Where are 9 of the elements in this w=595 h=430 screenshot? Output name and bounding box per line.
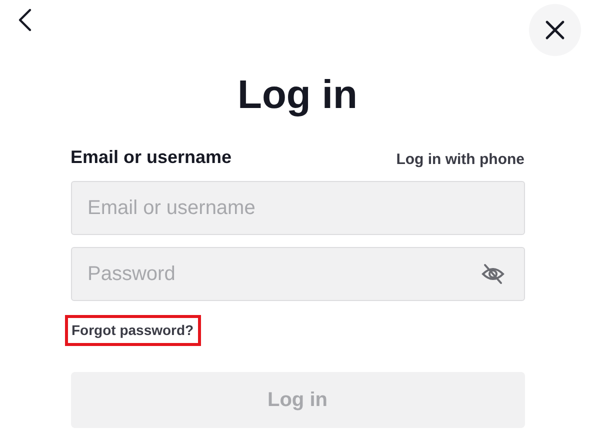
email-input-field[interactable]: Email or username — [70, 181, 524, 235]
page-title: Log in — [238, 72, 358, 119]
password-input-field[interactable]: Password — [70, 247, 524, 301]
back-icon — [18, 8, 32, 32]
close-icon — [545, 20, 565, 40]
field-label: Email or username — [70, 146, 232, 169]
eye-slash-icon[interactable] — [480, 263, 504, 285]
phone-login-link[interactable]: Log in with phone — [396, 148, 524, 171]
forgot-password-link[interactable]: Forgot password? — [64, 315, 201, 346]
